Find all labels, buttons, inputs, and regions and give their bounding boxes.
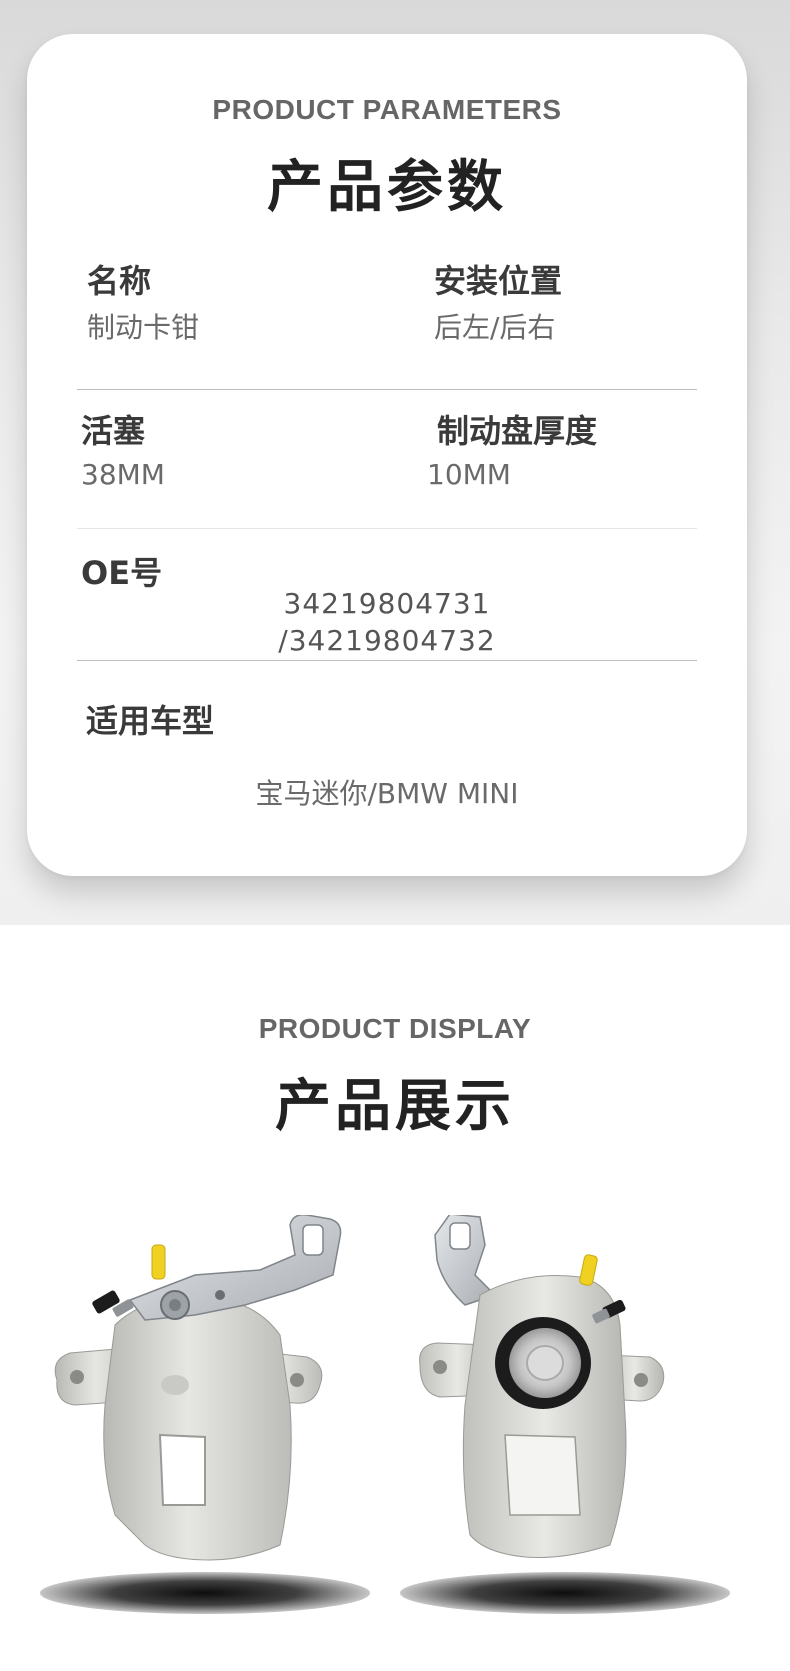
param-label-applicable-models: 适用车型	[86, 702, 215, 740]
param-value-oe-number-line1: 34219804731	[283, 587, 491, 620]
display-cn-title: 产品展示	[275, 1074, 515, 1139]
divider	[77, 660, 697, 661]
param-value-piston: 38MM	[81, 458, 165, 491]
parameters-card: PRODUCT PARAMETERS 产品参数 名称 制动卡钳 安装位置 后左/…	[27, 34, 747, 876]
brake-caliper-piston-view-image	[419, 1215, 665, 1558]
param-value-oe-number-line2: /34219804732	[278, 624, 496, 657]
brake-caliper-rear-view-image	[54, 1215, 342, 1561]
param-label-install-position: 安装位置	[434, 262, 563, 300]
divider	[77, 528, 697, 529]
param-value-name: 制动卡钳	[87, 311, 200, 344]
parameters-en-title: PRODUCT PARAMETERS	[212, 94, 562, 125]
param-label-name: 名称	[87, 262, 152, 300]
divider	[77, 389, 697, 390]
parameters-section: PRODUCT PARAMETERS 产品参数 名称 制动卡钳 安装位置 后左/…	[0, 0, 790, 925]
param-value-applicable-models: 宝马迷你/BMW MINI	[255, 777, 519, 810]
display-en-title: PRODUCT DISPLAY	[258, 1013, 532, 1044]
display-section: PRODUCT DISPLAY 产品展示	[0, 925, 790, 1671]
shadow-left	[40, 1572, 370, 1614]
parameters-cn-title: 产品参数	[267, 155, 507, 220]
param-label-piston: 活塞	[81, 412, 146, 450]
param-value-install-position: 后左/后右	[434, 311, 556, 344]
param-value-disc-thickness: 10MM	[427, 458, 511, 491]
param-label-disc-thickness: 制动盘厚度	[437, 412, 598, 450]
shadow-right	[400, 1572, 730, 1614]
